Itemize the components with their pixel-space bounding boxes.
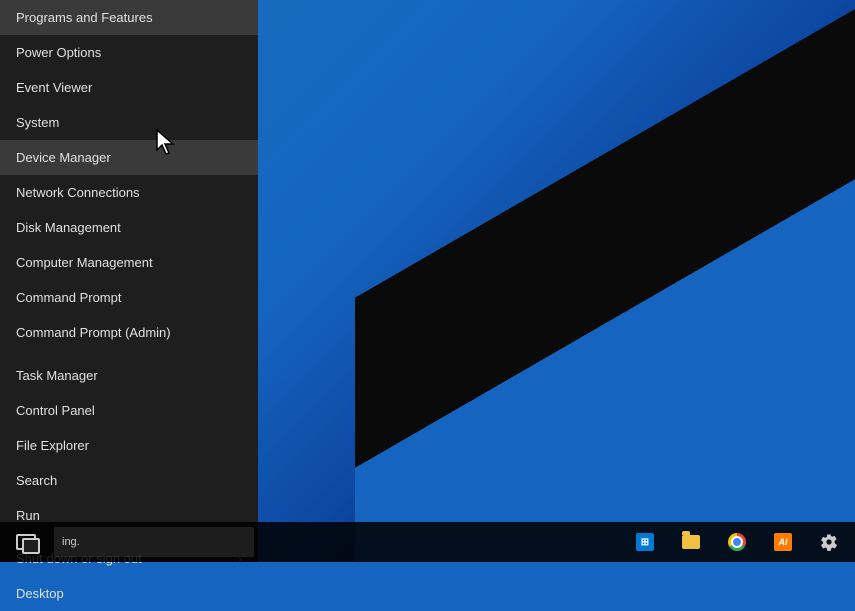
context-menu: Programs and Features Power Options Event …: [0, 0, 258, 562]
taskbar: ing. ⊞ Ai: [0, 522, 855, 562]
menu-item-label-system: System: [16, 115, 59, 130]
menu-item-label-disk-management: Disk Management: [16, 220, 121, 235]
menu-item-desktop[interactable]: Desktop: [0, 576, 258, 611]
menu-item-control-panel[interactable]: Control Panel: [0, 393, 258, 428]
menu-item-label-network-connections: Network Connections: [16, 185, 140, 200]
chrome-icon: [728, 533, 746, 551]
chrome-icon-button[interactable]: [715, 522, 759, 562]
ai-icon: Ai: [774, 533, 792, 551]
menu-item-label-device-manager: Device Manager: [16, 150, 111, 165]
menu-item-command-prompt-admin[interactable]: Command Prompt (Admin): [0, 315, 258, 350]
menu-item-event-viewer[interactable]: Event Viewer: [0, 70, 258, 105]
menu-item-system[interactable]: System: [0, 105, 258, 140]
menu-item-label-task-manager: Task Manager: [16, 368, 98, 383]
store-icon-button[interactable]: ⊞: [623, 522, 667, 562]
menu-item-label-computer-management: Computer Management: [16, 255, 153, 270]
menu-item-label-desktop: Desktop: [16, 586, 64, 601]
menu-item-network-connections[interactable]: Network Connections: [0, 175, 258, 210]
menu-item-programs-features[interactable]: Programs and Features: [0, 0, 258, 35]
menu-item-power-options[interactable]: Power Options: [0, 35, 258, 70]
menu-item-label-command-prompt-admin: Command Prompt (Admin): [16, 325, 171, 340]
menu-item-label-event-viewer: Event Viewer: [16, 80, 92, 95]
menu-item-label-power-options: Power Options: [16, 45, 101, 60]
menu-item-label-search: Search: [16, 473, 57, 488]
menu-item-command-prompt[interactable]: Command Prompt: [0, 280, 258, 315]
menu-item-computer-management[interactable]: Computer Management: [0, 245, 258, 280]
task-view-icon: [16, 534, 36, 550]
menu-item-device-manager[interactable]: Device Manager: [0, 140, 258, 175]
menu-item-label-run: Run: [16, 508, 40, 523]
menu-item-task-manager[interactable]: Task Manager: [0, 358, 258, 393]
menu-item-disk-management[interactable]: Disk Management: [0, 210, 258, 245]
menu-item-label-programs-features: Programs and Features: [16, 10, 153, 25]
menu-item-label-file-explorer: File Explorer: [16, 438, 89, 453]
explorer-icon: [682, 535, 700, 549]
explorer-icon-button[interactable]: [669, 522, 713, 562]
taskbar-search[interactable]: ing.: [54, 527, 254, 557]
ai-icon-button[interactable]: Ai: [761, 522, 805, 562]
menu-item-search[interactable]: Search: [0, 463, 258, 498]
taskbar-search-text: ing.: [62, 536, 80, 548]
store-icon: ⊞: [636, 533, 654, 551]
settings-icon-button[interactable]: [807, 522, 851, 562]
settings-icon: [820, 533, 838, 551]
menu-item-label-command-prompt: Command Prompt: [16, 290, 121, 305]
menu-item-file-explorer[interactable]: File Explorer: [0, 428, 258, 463]
task-view-button[interactable]: [4, 522, 48, 562]
menu-item-label-control-panel: Control Panel: [16, 403, 95, 418]
